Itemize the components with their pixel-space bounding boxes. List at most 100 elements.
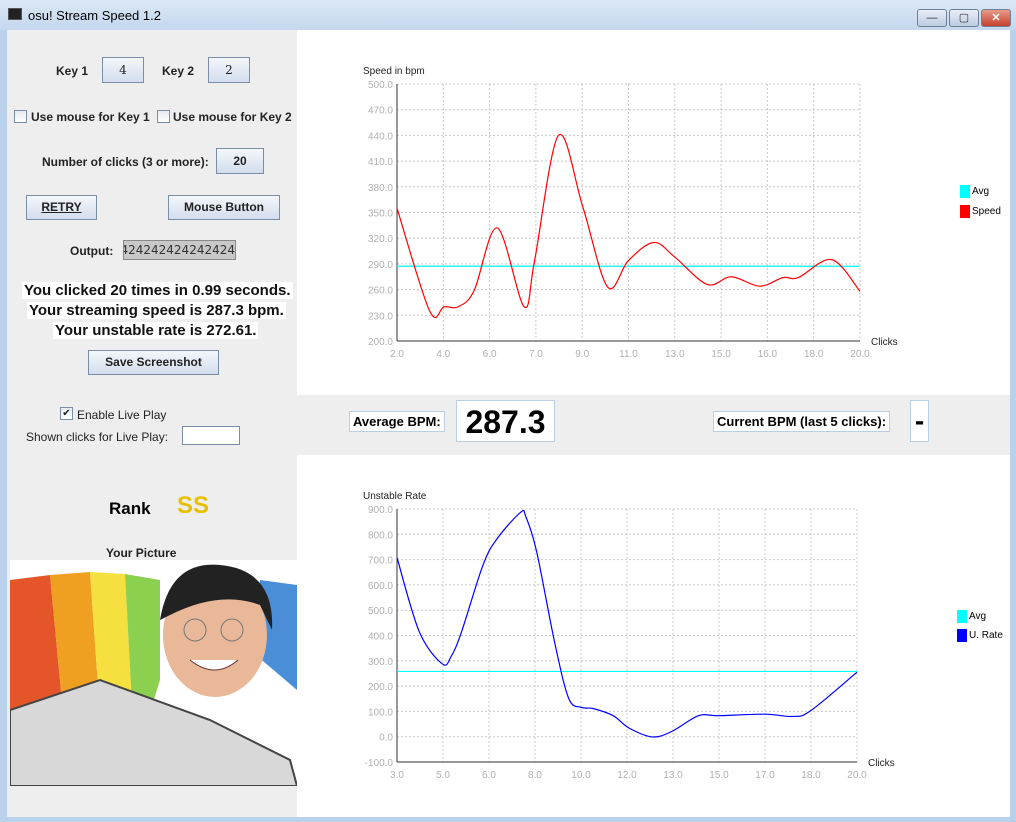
clicks-button[interactable]: 20 — [216, 148, 264, 174]
mouse-button[interactable]: Mouse Button — [168, 195, 280, 220]
x-tick-label: 4.0 — [436, 349, 450, 360]
x-tick-label: 3.0 — [390, 770, 404, 781]
x-tick-label: 8.0 — [528, 770, 542, 781]
mouse-key2-checkbox[interactable] — [157, 110, 170, 123]
y-tick-label: 100.0 — [368, 707, 393, 718]
x-tick-label: 18.0 — [804, 349, 824, 360]
x-tick-label: 17.0 — [755, 770, 775, 781]
live-play-label: Enable Live Play — [77, 408, 167, 422]
y-tick-label: 320.0 — [368, 234, 393, 245]
minimize-button[interactable]: — — [917, 9, 947, 27]
y-axis-label: Unstable Rate — [363, 491, 427, 502]
result-speed-text: Your streaming speed is 287.3 bpm. — [27, 302, 286, 319]
y-tick-label: 500.0 — [368, 606, 393, 617]
y-tick-label: 200.0 — [368, 337, 393, 348]
retry-button[interactable]: RETRY — [26, 195, 97, 220]
app-icon — [8, 8, 22, 20]
legend-item-urate: U. Rate — [957, 629, 1003, 642]
x-tick-label: 18.0 — [801, 770, 821, 781]
shown-clicks-label: Shown clicks for Live Play: — [26, 430, 169, 444]
x-tick-label: 5.0 — [436, 770, 450, 781]
shown-clicks-input[interactable] — [182, 426, 240, 445]
x-tick-label: 15.0 — [711, 349, 731, 360]
y-tick-label: 700.0 — [368, 556, 393, 567]
clicks-label: Number of clicks (3 or more): — [42, 155, 209, 169]
average-bpm-label: Average BPM: — [349, 411, 445, 432]
y-tick-label: 290.0 — [368, 260, 393, 271]
y-axis-label: Speed in bpm — [363, 66, 425, 77]
key1-label: Key 1 — [56, 64, 89, 78]
speed-chart-panel: 200.0 230.0 260.0 290.0 320.0 350.0 380.0 410.0… — [297, 30, 1010, 395]
mouse-key2-label: Use mouse for Key 2 — [173, 110, 292, 124]
output-label: Output: — [70, 244, 114, 258]
maximize-button[interactable]: ▢ — [949, 9, 979, 27]
x-tick-label: 11.0 — [619, 349, 638, 360]
x-tick-label: 13.0 — [665, 349, 685, 360]
current-bpm-value: - — [910, 400, 929, 442]
speed-chart: 200.0 230.0 260.0 290.0 320.0 350.0 380.0 410.0… — [363, 66, 898, 360]
legend-swatch-urate — [957, 629, 967, 642]
legend-label: Speed — [972, 206, 1001, 218]
x-tick-label: 6.0 — [483, 349, 497, 360]
x-tick-label: 7.0 — [529, 349, 543, 360]
close-button[interactable]: ✕ — [981, 9, 1011, 27]
y-tick-label: 380.0 — [368, 183, 393, 194]
x-axis-label: Clicks — [871, 337, 898, 348]
output-field[interactable]: 2424242424242424 — [123, 240, 236, 260]
user-picture — [10, 560, 297, 786]
y-tick-label: 900.0 — [368, 505, 393, 516]
mouse-key1-checkbox[interactable] — [14, 110, 27, 123]
x-tick-label: 15.0 — [709, 770, 729, 781]
x-tick-label: 6.0 — [482, 770, 496, 781]
x-tick-label: 12.0 — [617, 770, 637, 781]
save-screenshot-button[interactable]: Save Screenshot — [88, 350, 219, 375]
x-tick-label: 10.0 — [571, 770, 591, 781]
current-bpm-label: Current BPM (last 5 clicks): — [713, 411, 891, 432]
y-tick-label: 230.0 — [368, 311, 393, 322]
unstable-rate-chart-panel: -100.0 0.0 100.0 200.0 300.0 400.0 500.0 600.0 7… — [297, 455, 1010, 817]
legend-item-speed: Speed — [960, 205, 1001, 218]
legend-swatch-speed — [960, 205, 970, 218]
legend-swatch-avg — [957, 610, 967, 623]
live-play-checkbox[interactable]: ✔ — [60, 407, 73, 420]
legend-label: Avg — [969, 611, 987, 623]
key1-button[interactable]: 4 — [102, 57, 144, 83]
picture-label: Your Picture — [106, 546, 177, 560]
result-clicks-text: You clicked 20 times in 0.99 seconds. — [22, 282, 293, 299]
legend-label: U. Rate — [969, 630, 1003, 642]
y-tick-label: 470.0 — [368, 106, 393, 117]
x-tick-label: 2.0 — [390, 349, 404, 360]
mouse-key1-label: Use mouse for Key 1 — [31, 110, 150, 124]
y-tick-label: 0.0 — [379, 733, 393, 744]
y-tick-label: 500.0 — [368, 80, 393, 91]
legend-label: Avg — [972, 186, 990, 198]
rank-label: Rank — [109, 499, 151, 518]
y-tick-label: 400.0 — [368, 632, 393, 643]
key2-button[interactable]: 2 — [208, 57, 250, 83]
average-bpm-value: 287.3 — [456, 400, 555, 442]
x-tick-label: 16.0 — [758, 349, 778, 360]
y-tick-label: 260.0 — [368, 286, 393, 297]
y-tick-label: 440.0 — [368, 131, 393, 142]
legend-swatch-avg — [960, 185, 970, 198]
y-tick-label: 410.0 — [368, 157, 393, 168]
x-tick-label: 20.0 — [847, 770, 867, 781]
y-tick-label: 200.0 — [368, 682, 393, 693]
y-tick-label: 350.0 — [368, 209, 393, 220]
unstable-rate-chart: -100.0 0.0 100.0 200.0 300.0 400.0 500.0 600.0 7… — [363, 491, 895, 781]
result-ur-text: Your unstable rate is 272.61. — [53, 322, 259, 339]
x-tick-label: 13.0 — [663, 770, 683, 781]
key2-label: Key 2 — [162, 64, 195, 78]
title-bar: osu! Stream Speed 1.2 — ▢ ✕ — [0, 0, 1016, 30]
legend-item-avg: Avg — [957, 610, 986, 623]
y-tick-label: 600.0 — [368, 581, 393, 592]
legend-item-avg: Avg — [960, 185, 989, 198]
urate-series-line — [396, 509, 858, 738]
x-axis-label: Clicks — [868, 758, 895, 769]
y-tick-label: -100.0 — [365, 758, 394, 769]
y-tick-label: 300.0 — [368, 657, 393, 668]
rank-value: SS — [177, 492, 210, 519]
x-tick-label: 9.0 — [575, 349, 589, 360]
x-tick-label: 20.0 — [850, 349, 870, 360]
y-tick-label: 800.0 — [368, 530, 393, 541]
